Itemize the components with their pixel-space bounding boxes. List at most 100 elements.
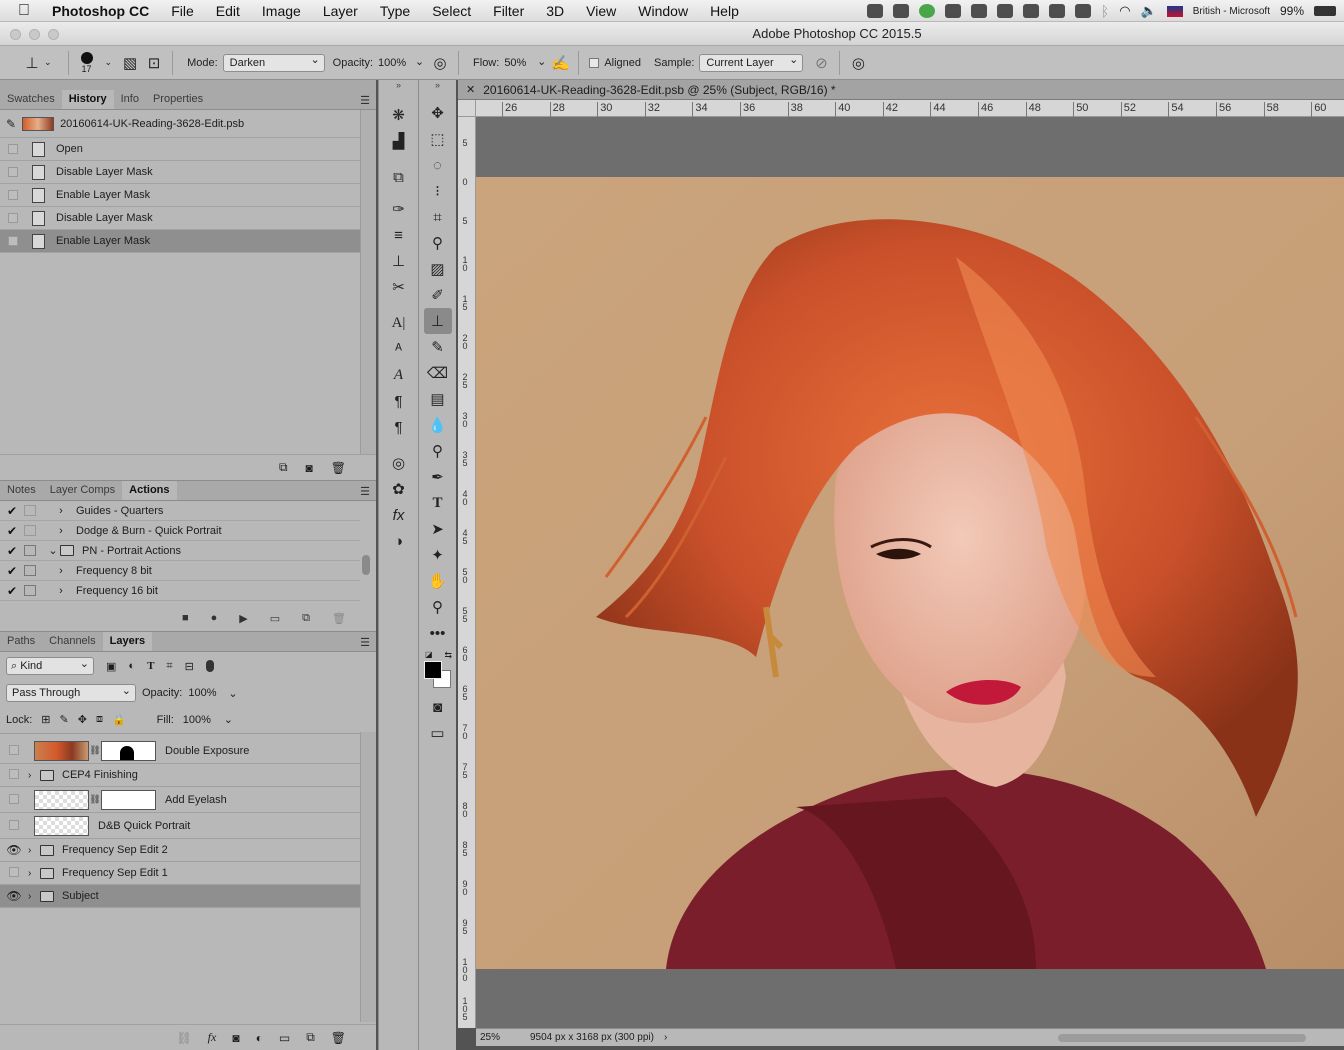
zoom-level[interactable]: 25%	[476, 1032, 526, 1043]
filter-toggle-icon[interactable]	[205, 660, 214, 672]
visibility-toggle[interactable]	[0, 744, 28, 758]
glyphs-icon[interactable]: A	[385, 362, 413, 388]
character-icon[interactable]: A|	[385, 310, 413, 336]
menu-3d[interactable]: 3D	[546, 3, 564, 19]
trash-icon[interactable]: 🗑	[332, 612, 346, 625]
dialog-toggle[interactable]	[24, 565, 36, 576]
brush-panel-icon[interactable]: ▧	[118, 52, 142, 74]
pressure-opacity-icon[interactable]: ◎	[428, 52, 452, 74]
dialog-toggle[interactable]	[24, 545, 36, 556]
custom-shape-tool-icon[interactable]: ✦	[424, 542, 452, 568]
type-filter-icon[interactable]: T	[147, 660, 154, 672]
new-document-from-state-icon[interactable]: ⧉	[279, 460, 288, 475]
swap-colors-icon[interactable]: ⇆	[444, 650, 452, 661]
action-item[interactable]: ✔ › Guides - Quarters	[0, 501, 360, 521]
dialog-toggle[interactable]	[24, 525, 36, 536]
volume-icon[interactable]: 🔈	[1141, 3, 1157, 19]
blur-tool-icon[interactable]: 💧	[424, 412, 452, 438]
bluetooth-icon[interactable]: ᛒ	[1101, 3, 1109, 19]
dodge-tool-icon[interactable]: ⚲	[424, 438, 452, 464]
marquee-tool-icon[interactable]: ⬚	[424, 126, 452, 152]
menu-help[interactable]: Help	[710, 3, 739, 19]
scissors-icon[interactable]: ✂	[385, 274, 413, 300]
sample-select[interactable]: Current Layer	[699, 52, 804, 72]
chevron-down-icon[interactable]: ⌄	[46, 544, 60, 557]
history-state[interactable]: Disable Layer Mask	[0, 161, 360, 184]
drive-icon[interactable]	[996, 4, 1013, 18]
menu-view[interactable]: View	[586, 3, 616, 19]
brush-tool-icon[interactable]: ✐	[424, 282, 452, 308]
panel-menu-icon[interactable]: ☰	[360, 485, 370, 498]
layers-scrollbar[interactable]	[360, 732, 376, 1022]
tab-notes[interactable]: Notes	[0, 481, 43, 500]
tab-swatches[interactable]: Swatches	[0, 90, 62, 109]
ignore-adjustment-icon[interactable]: ⊘	[809, 52, 833, 74]
battery-icon[interactable]	[1314, 6, 1336, 16]
camera-icon[interactable]: ◙	[306, 461, 313, 475]
paragraph-styles-icon[interactable]: ¶	[385, 414, 413, 440]
pressure-size-icon[interactable]: ◎	[846, 52, 870, 74]
action-toggle-check[interactable]: ✔	[0, 564, 24, 578]
lock-artboard-icon[interactable]: ⧈	[96, 713, 103, 726]
navigator-icon[interactable]: ❋	[385, 102, 413, 128]
move-tool-icon[interactable]: ✥	[424, 100, 452, 126]
horizontal-ruler[interactable]: 26 28 30 32 34 36 38 40 42 44 46 48 50 52 54 56 58 60	[476, 100, 1344, 117]
collapse-icon[interactable]: »	[379, 80, 418, 94]
layer-mask-thumbnail[interactable]	[101, 740, 156, 761]
creative-cloud-icon[interactable]	[892, 4, 909, 18]
eye-icon[interactable]: 👁	[0, 843, 28, 857]
fill-field[interactable]: 100%	[183, 714, 215, 726]
quick-mask-icon[interactable]: ◙	[424, 694, 452, 720]
stop-icon[interactable]: ■	[182, 612, 189, 624]
clone-source-icon[interactable]: ⊡	[142, 52, 166, 74]
action-item[interactable]: ✔ › Dodge & Burn - Quick Portrait	[0, 521, 360, 541]
layer-mask-thumbnail[interactable]	[101, 789, 156, 810]
brush-preset-picker[interactable]: 17	[75, 48, 99, 78]
lock-transparent-icon[interactable]: ⊞	[41, 713, 50, 726]
histogram-icon[interactable]: ▟	[385, 128, 413, 154]
mode-select[interactable]: Darken	[222, 52, 325, 72]
add-mask-icon[interactable]: ◙	[232, 1031, 239, 1045]
lock-icon[interactable]	[1048, 4, 1065, 18]
grammarly-icon[interactable]	[918, 4, 935, 18]
action-toggle-check[interactable]: ✔	[0, 584, 24, 598]
play-icon[interactable]: ▶	[239, 612, 247, 625]
document-image[interactable]	[476, 117, 1344, 1028]
eraser-tool-icon[interactable]: ⌫	[424, 360, 452, 386]
evernote-icon[interactable]	[944, 4, 961, 18]
menu-window[interactable]: Window	[638, 3, 688, 19]
menu-edit[interactable]: Edit	[216, 3, 240, 19]
new-action-icon[interactable]: ⧉	[302, 612, 310, 625]
new-layer-icon[interactable]: ⧉	[306, 1030, 315, 1045]
document-info[interactable]: 9504 px x 3168 px (300 ppi)	[530, 1032, 654, 1043]
action-toggle-check[interactable]: ✔	[0, 504, 24, 518]
document-tab[interactable]: ✕ 20160614-UK-Reading-3628-Edit.psb @ 25…	[458, 80, 1344, 100]
link-icon[interactable]: ⛓	[89, 745, 101, 756]
history-state[interactable]: Enable Layer Mask	[0, 230, 360, 253]
path-selection-tool-icon[interactable]: ➤	[424, 516, 452, 542]
tab-layer-comps[interactable]: Layer Comps	[43, 481, 122, 500]
link-layers-icon[interactable]: ⛓	[176, 1031, 191, 1045]
chevron-right-icon[interactable]: ›	[664, 1032, 667, 1043]
visibility-toggle[interactable]	[0, 866, 28, 880]
layer-group-row[interactable]: 👁 › Subject	[0, 885, 360, 908]
type-tool-icon[interactable]: T	[424, 490, 452, 516]
smart-object-filter-icon[interactable]: ⊟	[185, 660, 194, 673]
menu-type[interactable]: Type	[380, 3, 410, 19]
history-state[interactable]: Enable Layer Mask	[0, 184, 360, 207]
chevron-right-icon[interactable]: ›	[46, 565, 76, 577]
chevron-right-icon[interactable]: ›	[28, 868, 40, 879]
action-item[interactable]: ✔ › Frequency 8 bit	[0, 561, 360, 581]
trash-icon[interactable]: 🗑	[331, 1031, 346, 1045]
lock-all-icon[interactable]: 🔒	[112, 713, 126, 726]
chevron-right-icon[interactable]: ›	[28, 891, 40, 902]
history-scrollbar[interactable]	[360, 110, 376, 455]
quick-selection-tool-icon[interactable]: ⁝	[424, 178, 452, 204]
dialog-toggle[interactable]	[24, 505, 36, 516]
lock-pixels-icon[interactable]: ✎	[60, 713, 69, 726]
close-document-icon[interactable]: ✕	[466, 83, 475, 96]
apple-icon[interactable]: 	[18, 2, 42, 20]
layer-group-row[interactable]: › CEP4 Finishing	[0, 764, 360, 787]
menu-image[interactable]: Image	[262, 3, 301, 19]
chevron-right-icon[interactable]: ›	[28, 845, 40, 856]
